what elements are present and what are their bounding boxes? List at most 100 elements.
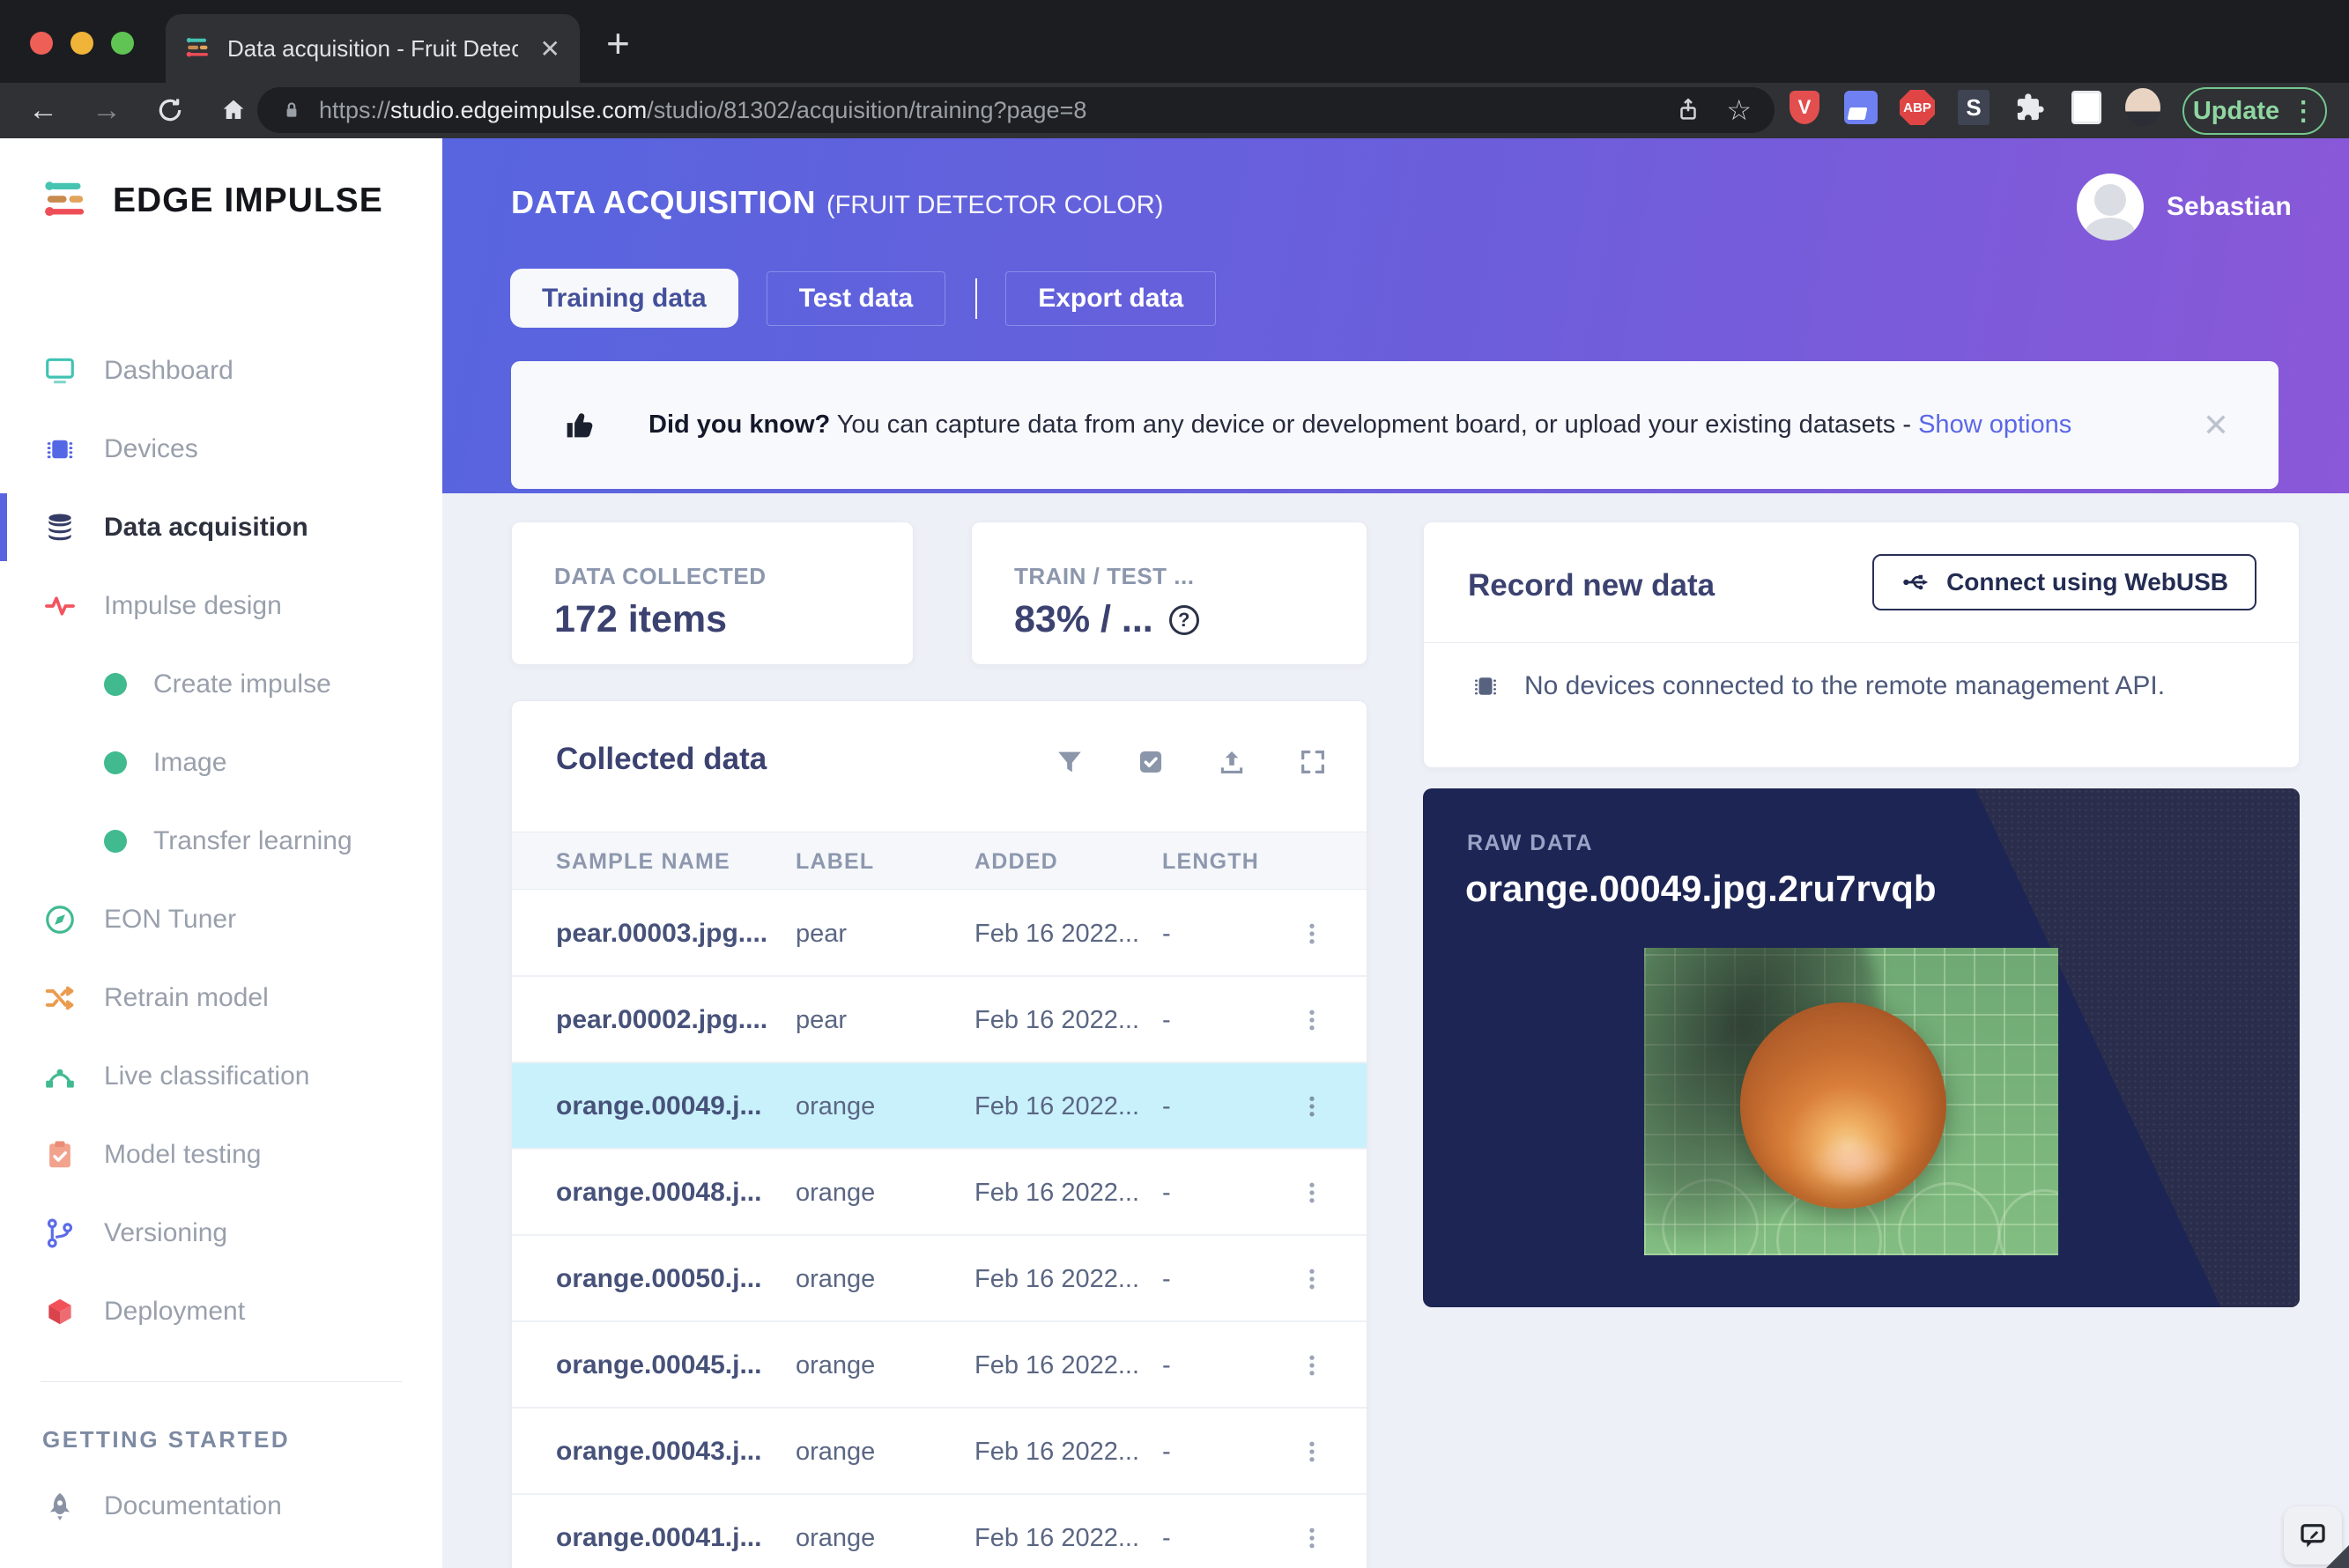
connect-webusb-button[interactable]: Connect using WebUSB (1872, 554, 2256, 610)
sidebar-item-retrain-model[interactable]: Retrain model (0, 958, 442, 1037)
avatar[interactable] (2077, 174, 2144, 240)
update-button[interactable]: Update ⋮ (2182, 87, 2327, 135)
browser-tab[interactable]: Data acquisition - Fruit Detecto ✕ (166, 14, 580, 83)
forward-icon[interactable]: → (86, 90, 127, 130)
show-options-link[interactable]: Show options (1918, 410, 2071, 439)
blue-extension-icon[interactable] (1843, 90, 1878, 125)
rocket-icon (42, 1490, 78, 1523)
tab-training-data[interactable]: Training data (510, 269, 738, 328)
sidebar-item-impulse-design[interactable]: Impulse design (0, 566, 442, 645)
sidebar-item-create-impulse[interactable]: Create impulse (0, 645, 442, 723)
sidebar-item-transfer-learning[interactable]: Transfer learning (0, 802, 442, 880)
sidebar-item-model-testing[interactable]: Model testing (0, 1115, 442, 1194)
record-new-data-card: Record new data Connect using WebUSB No … (1423, 521, 2300, 768)
thumbs-up-icon (567, 412, 593, 437)
close-window-button[interactable] (30, 32, 53, 55)
url-text: https://studio.edgeimpulse.com/studio/81… (319, 96, 1087, 123)
table-row[interactable]: pear.00002.jpg.... pear Feb 16 2022... - (512, 977, 1367, 1063)
row-menu-icon[interactable] (1296, 1091, 1328, 1122)
col-length: LENGTH (1162, 848, 1259, 874)
tab-export-data[interactable]: Export data (1005, 270, 1217, 326)
data-collected-value: 172 items (554, 598, 728, 640)
annotate-icon (2301, 1524, 2325, 1548)
col-sample-name: SAMPLE NAME (556, 848, 730, 874)
table-row-selected[interactable]: orange.00049.j... orange Feb 16 2022... … (512, 1063, 1367, 1150)
extensions-row: V ABP S (1787, 88, 2160, 127)
back-icon[interactable]: ← (23, 90, 63, 130)
share-icon[interactable] (1675, 97, 1701, 123)
browser-menu-icon[interactable]: ⋮ (2290, 96, 2316, 127)
upload-icon[interactable] (1217, 747, 1247, 777)
page-title: DATA ACQUISITION (FRUIT DETECTOR COLOR) (511, 184, 1164, 220)
table-body: pear.00003.jpg.... pear Feb 16 2022... -… (512, 891, 1367, 1568)
sidebar-item-deployment[interactable]: Deployment (0, 1272, 442, 1350)
window-controls[interactable] (30, 32, 134, 55)
sidebar-item-eon-tuner[interactable]: EON Tuner (0, 880, 442, 958)
green-dot-icon (104, 672, 127, 696)
compass-icon (42, 903, 78, 936)
expand-icon[interactable] (1298, 747, 1328, 777)
lock-icon (286, 102, 297, 117)
privacy-shield-extension-icon[interactable]: V (1787, 90, 1822, 125)
sidebar-item-versioning[interactable]: Versioning (0, 1194, 442, 1272)
usb-icon (1903, 574, 1929, 590)
tab-test-data[interactable]: Test data (766, 270, 946, 326)
chip-icon (42, 433, 78, 466)
sidebar-item-devices[interactable]: Devices (0, 410, 442, 488)
table-row[interactable]: orange.00050.j... orange Feb 16 2022... … (512, 1236, 1367, 1322)
user-area[interactable]: Sebastian (2077, 174, 2292, 240)
getting-started-header: GETTING STARTED (42, 1425, 291, 1453)
banner-close-icon[interactable]: ✕ (2203, 407, 2229, 444)
filter-icon[interactable] (1055, 747, 1085, 777)
green-dot-icon (104, 829, 127, 853)
tab-close-icon[interactable]: ✕ (540, 34, 560, 63)
sidebar-item-image[interactable]: Image (0, 723, 442, 802)
user-name: Sebastian (2167, 192, 2292, 221)
tab-divider (975, 277, 978, 319)
screen-corner-overlay (2326, 1545, 2349, 1568)
url-bar[interactable]: https://studio.edgeimpulse.com/studio/81… (257, 87, 1775, 133)
table-row[interactable]: pear.00003.jpg.... pear Feb 16 2022... - (512, 891, 1367, 977)
extensions-puzzle-icon[interactable] (2012, 90, 2048, 125)
row-menu-icon[interactable] (1296, 1522, 1328, 1554)
row-menu-icon[interactable] (1296, 1263, 1328, 1295)
sidebar-item-documentation[interactable]: Documentation (0, 1467, 442, 1545)
train-test-split-card: TRAIN / TEST ... 83% / ... ? (971, 521, 1367, 665)
row-menu-icon[interactable] (1296, 1177, 1328, 1209)
row-menu-icon[interactable] (1296, 1350, 1328, 1381)
browser-tabstrip: Data acquisition - Fruit Detecto ✕ + (0, 0, 2349, 83)
row-menu-icon[interactable] (1296, 918, 1328, 950)
profile-avatar[interactable] (2125, 88, 2160, 127)
select-checkbox-icon[interactable] (1136, 747, 1166, 777)
app-window: Data acquisition - Fruit Detecto ✕ + ← → (0, 0, 2349, 1568)
sidebar-item-dashboard[interactable]: Dashboard (0, 331, 442, 410)
table-row[interactable]: orange.00043.j... orange Feb 16 2022... … (512, 1409, 1367, 1495)
logo-text: EDGE IMPULSE (113, 181, 383, 219)
minimize-window-button[interactable] (70, 32, 93, 55)
reload-icon[interactable] (150, 90, 190, 130)
clipboard-icon (42, 1138, 78, 1172)
side-panel-icon[interactable] (2069, 90, 2104, 125)
header-tabs: Training data Test data Export data (510, 269, 1217, 328)
orange-fruit (1740, 1002, 1946, 1209)
bookmark-star-icon[interactable]: ☆ (1726, 93, 1752, 127)
shuffle-icon (42, 981, 78, 1015)
table-row[interactable]: orange.00045.j... orange Feb 16 2022... … (512, 1322, 1367, 1409)
edge-impulse-logo[interactable]: EDGE IMPULSE (42, 175, 383, 226)
sidebar-item-live-classification[interactable]: Live classification (0, 1037, 442, 1115)
row-menu-icon[interactable] (1296, 1436, 1328, 1468)
home-icon[interactable] (213, 90, 254, 130)
help-icon[interactable]: ? (1168, 604, 1199, 635)
table-row[interactable]: orange.00048.j... orange Feb 16 2022... … (512, 1150, 1367, 1236)
sidebar-item-data-acquisition[interactable]: Data acquisition (0, 488, 442, 566)
edge-impulse-favicon (186, 38, 208, 57)
s-extension-icon[interactable]: S (1956, 90, 1991, 125)
raw-data-label: RAW DATA (1467, 831, 1593, 855)
row-menu-icon[interactable] (1296, 1004, 1328, 1036)
git-branch-icon (42, 1217, 78, 1250)
zoom-window-button[interactable] (111, 32, 134, 55)
waveform-icon (42, 589, 78, 623)
table-row[interactable]: orange.00041.j... orange Feb 16 2022... … (512, 1495, 1367, 1568)
adblock-extension-icon[interactable]: ABP (1900, 90, 1935, 125)
new-tab-button[interactable]: + (606, 19, 630, 67)
